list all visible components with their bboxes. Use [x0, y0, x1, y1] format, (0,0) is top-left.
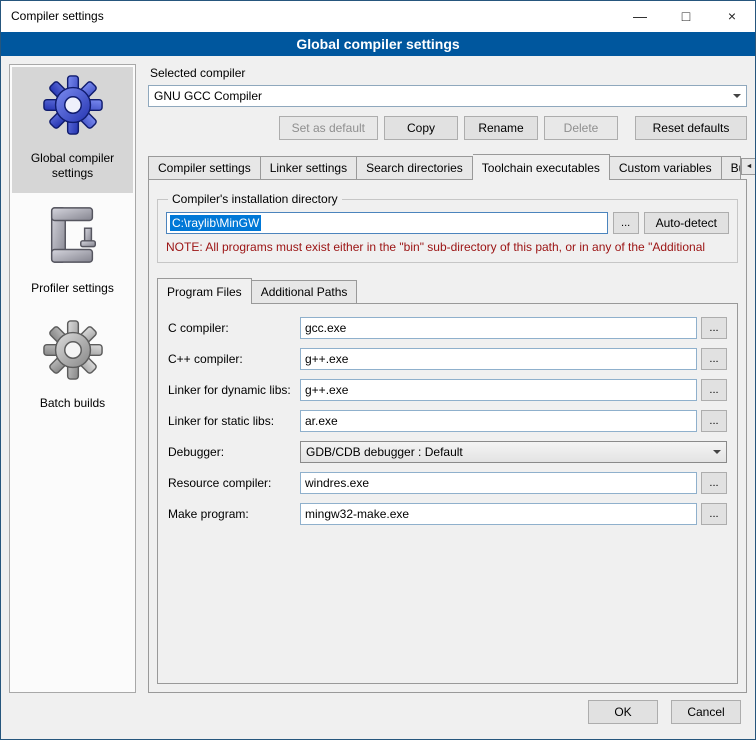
- autodetect-button[interactable]: Auto-detect: [644, 212, 729, 234]
- field-row: Make program: ...: [168, 503, 727, 525]
- tab-scroll-buttons: ◄ ►: [741, 158, 756, 179]
- dynamic-linker-label: Linker for dynamic libs:: [168, 383, 300, 397]
- sidebar-item-global-compiler-settings[interactable]: Global compiler settings: [12, 67, 133, 193]
- tab-search-directories[interactable]: Search directories: [357, 156, 473, 179]
- minimize-icon[interactable]: —: [617, 1, 663, 32]
- program-files-panel: C compiler: ... C++ compiler: ... Linker…: [157, 303, 738, 684]
- delete-button[interactable]: Delete: [544, 116, 618, 140]
- make-program-input[interactable]: [300, 503, 697, 525]
- titlebar[interactable]: Compiler settings — □ ×: [1, 1, 755, 32]
- field-row: Linker for static libs: ...: [168, 410, 727, 432]
- resource-compiler-browse-button[interactable]: ...: [701, 472, 727, 494]
- field-row: C compiler: ...: [168, 317, 727, 339]
- debugger-value: GDB/CDB debugger : Default: [306, 445, 708, 459]
- toolchain-executables-panel: Compiler's installation directory C:\ray…: [148, 179, 747, 693]
- tab-custom-variables[interactable]: Custom variables: [610, 156, 722, 179]
- static-linker-label: Linker for static libs:: [168, 414, 300, 428]
- install-dir-browse-button[interactable]: ...: [613, 212, 639, 234]
- gear-blue-icon: [42, 74, 104, 136]
- tab-compiler-settings[interactable]: Compiler settings: [148, 156, 261, 179]
- close-icon[interactable]: ×: [709, 1, 755, 32]
- maximize-icon[interactable]: □: [663, 1, 709, 32]
- c-compiler-browse-button[interactable]: ...: [701, 317, 727, 339]
- dynamic-linker-browse-button[interactable]: ...: [701, 379, 727, 401]
- tab-build-options[interactable]: Buil: [722, 156, 741, 179]
- field-row: Resource compiler: ...: [168, 472, 727, 494]
- gear-gray-icon: [42, 319, 104, 381]
- settings-category-list: Global compiler settings: [9, 64, 136, 693]
- sidebar-item-batch-builds[interactable]: Batch builds: [12, 312, 133, 423]
- window-title: Compiler settings: [1, 1, 617, 32]
- c-compiler-label: C compiler:: [168, 321, 300, 335]
- cancel-button[interactable]: Cancel: [671, 700, 741, 724]
- static-linker-browse-button[interactable]: ...: [701, 410, 727, 432]
- static-linker-input[interactable]: [300, 410, 697, 432]
- installation-directory-group: Compiler's installation directory C:\ray…: [157, 192, 738, 263]
- ok-button[interactable]: OK: [588, 700, 658, 724]
- dialog-body: Global compiler settings: [1, 56, 755, 695]
- field-row: Debugger: GDB/CDB debugger : Default: [168, 441, 727, 463]
- program-tabs: Program Files Additional Paths: [157, 278, 738, 303]
- resource-compiler-label: Resource compiler:: [168, 476, 300, 490]
- installation-directory-label: Compiler's installation directory: [168, 192, 342, 206]
- reset-defaults-button[interactable]: Reset defaults: [635, 116, 747, 140]
- programs-note: NOTE: All programs must exist either in …: [166, 240, 729, 254]
- selected-compiler-label: Selected compiler: [150, 66, 747, 80]
- cpp-compiler-label: C++ compiler:: [168, 352, 300, 366]
- field-row: C++ compiler: ...: [168, 348, 727, 370]
- settings-tabs: Compiler settings Linker settings Search…: [148, 154, 747, 179]
- rename-button[interactable]: Rename: [464, 116, 538, 140]
- field-row: Linker for dynamic libs: ...: [168, 379, 727, 401]
- chevron-down-icon: [708, 446, 726, 458]
- c-compiler-input[interactable]: [300, 317, 697, 339]
- dialog-header: Global compiler settings: [1, 32, 755, 56]
- copy-button[interactable]: Copy: [384, 116, 458, 140]
- tab-scroll-left-icon[interactable]: ◄: [741, 158, 756, 175]
- selected-compiler-select[interactable]: GNU GCC Compiler: [148, 85, 747, 107]
- compiler-settings-dialog: Compiler settings — □ × Global compiler …: [0, 0, 756, 740]
- make-program-browse-button[interactable]: ...: [701, 503, 727, 525]
- install-dir-input[interactable]: C:\raylib\MinGW: [166, 212, 608, 234]
- dialog-footer: OK Cancel: [1, 695, 755, 739]
- sidebar-item-label: Batch builds: [14, 396, 131, 411]
- sidebar-item-label: Global compiler settings: [14, 151, 131, 181]
- debugger-label: Debugger:: [168, 445, 300, 459]
- sidebar-item-profiler-settings[interactable]: Profiler settings: [12, 197, 133, 308]
- clamp-icon: [42, 204, 104, 266]
- cpp-compiler-browse-button[interactable]: ...: [701, 348, 727, 370]
- settings-main-pane: Selected compiler GNU GCC Compiler Set a…: [148, 64, 747, 693]
- selected-compiler-value: GNU GCC Compiler: [154, 89, 728, 103]
- debugger-select[interactable]: GDB/CDB debugger : Default: [300, 441, 727, 463]
- dynamic-linker-input[interactable]: [300, 379, 697, 401]
- install-dir-value: C:\raylib\MinGW: [170, 215, 261, 231]
- compiler-actions: Set as default Copy Rename Delete Reset …: [148, 116, 747, 140]
- tab-additional-paths[interactable]: Additional Paths: [252, 280, 358, 303]
- set-as-default-button[interactable]: Set as default: [279, 116, 378, 140]
- chevron-down-icon: [728, 90, 746, 102]
- tab-linker-settings[interactable]: Linker settings: [261, 156, 357, 179]
- tab-program-files[interactable]: Program Files: [157, 278, 252, 304]
- resource-compiler-input[interactable]: [300, 472, 697, 494]
- sidebar-item-label: Profiler settings: [14, 281, 131, 296]
- make-program-label: Make program:: [168, 507, 300, 521]
- tab-toolchain-executables[interactable]: Toolchain executables: [473, 154, 610, 180]
- cpp-compiler-input[interactable]: [300, 348, 697, 370]
